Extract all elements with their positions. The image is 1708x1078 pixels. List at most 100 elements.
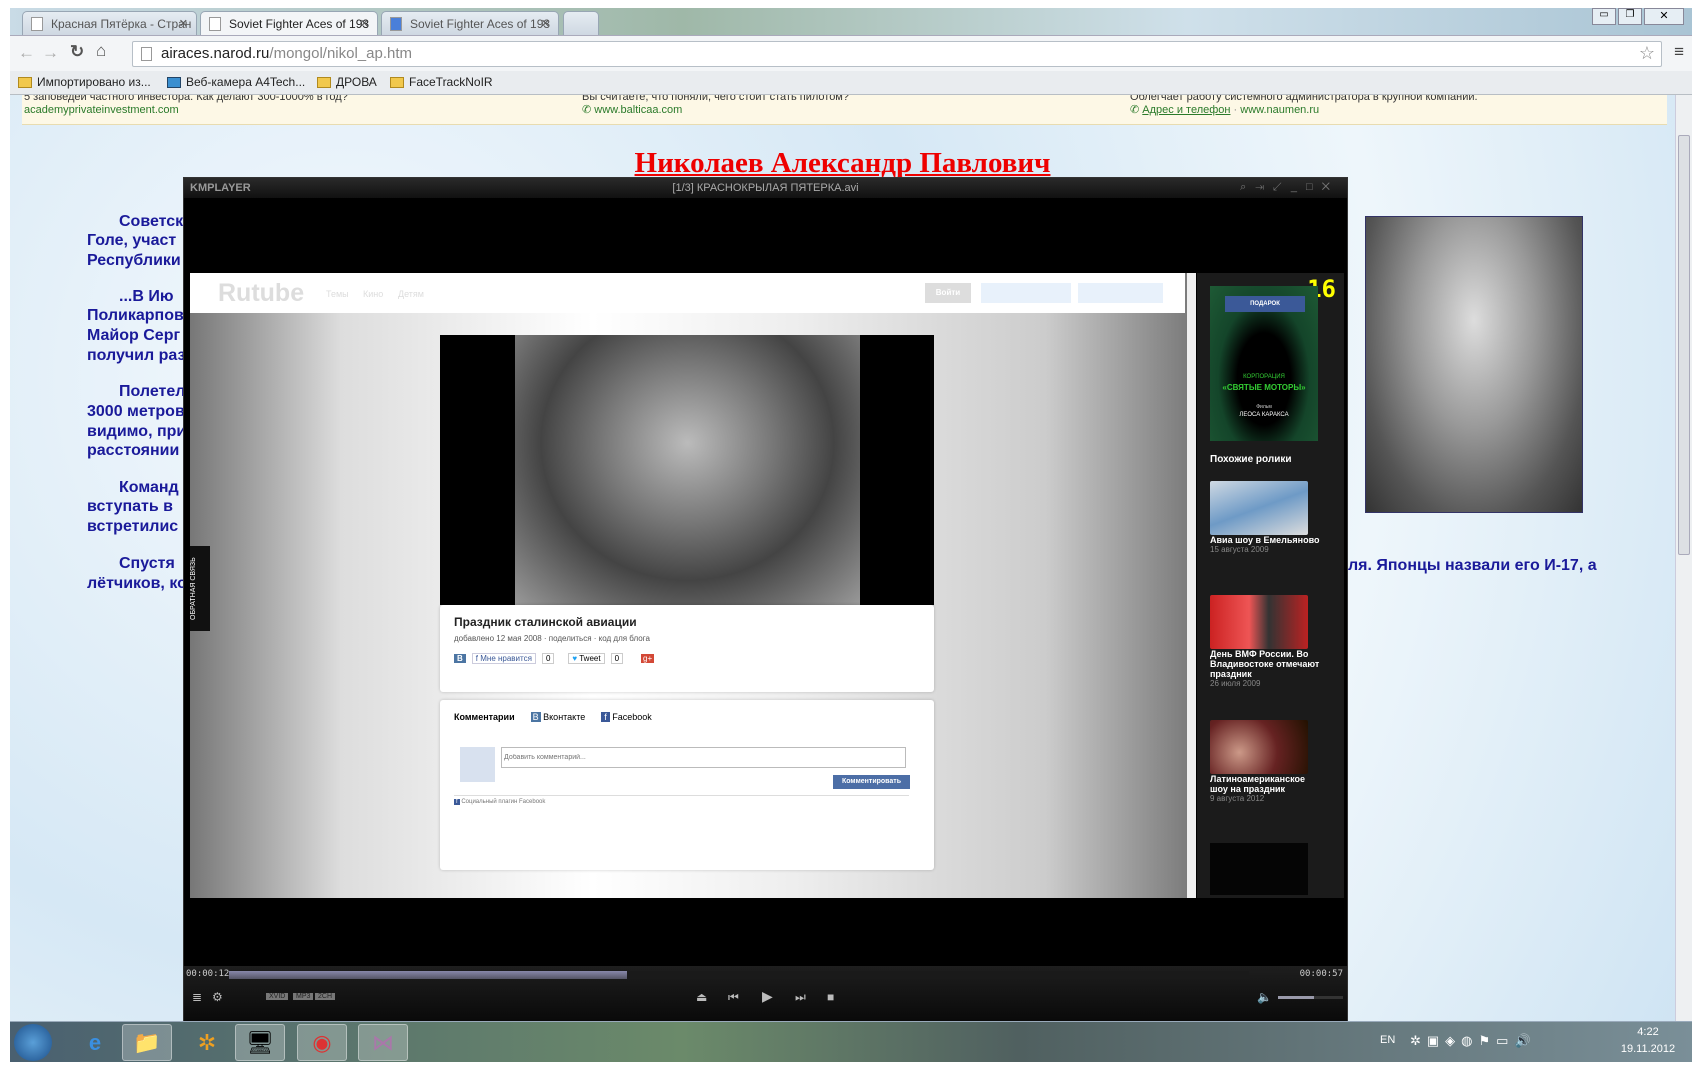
- article-line: Республики: [87, 252, 181, 269]
- home-icon[interactable]: ⌂: [96, 41, 106, 61]
- bookmark-webcam[interactable]: Веб-камера A4Tech...: [167, 75, 305, 89]
- article-text-right: ля. Японцы назвали его И-17, а: [1348, 557, 1597, 574]
- player-controls: 00:00:12 00:00:57 ≣ ⚙ XVID MP3 2CH ⏏ ⏮ ▶…: [184, 966, 1347, 1021]
- window-controls: ▭ ❐ ✕: [1592, 8, 1684, 25]
- article-line: видимо, при: [87, 423, 187, 440]
- folder-icon: [390, 76, 404, 88]
- app-icon[interactable]: ✲: [182, 1024, 232, 1061]
- forward-icon[interactable]: →: [42, 43, 59, 63]
- fb-login-button[interactable]: [1078, 283, 1163, 303]
- article-line: получил раз: [87, 347, 186, 364]
- close-tab-icon[interactable]: ✕: [541, 17, 550, 30]
- vk-share-button[interactable]: В: [454, 654, 466, 663]
- vk-icon: B: [530, 712, 541, 722]
- seek-bar[interactable]: [229, 971, 1249, 979]
- restore-button[interactable]: ❐: [1618, 8, 1642, 25]
- back-icon[interactable]: ←: [18, 43, 35, 63]
- related-video[interactable]: День ВМФ России. Во Владивостоке отмечаю…: [1210, 595, 1320, 688]
- ad-1[interactable]: 5 заповедей частного инвестора. Как дела…: [24, 95, 348, 117]
- start-button[interactable]: [14, 1024, 52, 1061]
- article-line: Майор Серг: [87, 327, 181, 344]
- article-line: Команд: [119, 479, 179, 496]
- phone-icon: ✆: [1130, 104, 1143, 116]
- kmplayer-window: KMPLAYER [1/3] КРАСНОКРЫЛАЯ ПЯТЕРКА.avi …: [183, 177, 1348, 1021]
- rutube-scrollbar[interactable]: [1187, 273, 1196, 898]
- stop-icon[interactable]: ■: [827, 990, 834, 1004]
- page-icon: [141, 47, 152, 61]
- volume-icon[interactable]: 🔈: [1257, 990, 1272, 1004]
- close-window-button[interactable]: ✕: [1644, 8, 1684, 25]
- video-thumbnail: [1210, 595, 1308, 649]
- promo-banner[interactable]: ПОДАРОК КОРПОРАЦИЯ «СВЯТЫЕ МОТОРЫ» Фильм…: [1210, 286, 1318, 441]
- folder-icon: [18, 76, 32, 88]
- bookmark-facetracknoir[interactable]: FaceTrackNoIR: [390, 75, 493, 89]
- address-bar[interactable]: airaces.narod.ru/mongol/nikol_ap.htm ☆: [132, 41, 1662, 67]
- close-tab-icon[interactable]: ✕: [179, 17, 188, 30]
- pilot-portrait-photo: [1365, 216, 1583, 513]
- webcam-icon: [167, 76, 181, 88]
- tweet-button[interactable]: ♥ Tweet: [568, 653, 605, 664]
- related-video[interactable]: Авиа шоу в Емельяново 15 августа 2009: [1210, 481, 1320, 554]
- bookmark-star-icon[interactable]: ☆: [1639, 43, 1655, 64]
- system-tray-icons[interactable]: ✲▣◈◍⚑▭🔊: [1410, 1033, 1537, 1049]
- settings-gear-icon[interactable]: ⚙: [212, 990, 223, 1004]
- video-still-pilot: [515, 335, 860, 605]
- new-tab-button[interactable]: [563, 11, 599, 35]
- ad-3[interactable]: Облегчает работу системного администрато…: [1130, 95, 1478, 117]
- related-video[interactable]: Латиноамериканское шоу на праздник 9 авгу…: [1210, 720, 1320, 803]
- eject-icon[interactable]: ⏏: [696, 990, 707, 1004]
- comment-submit-button[interactable]: Комментировать: [833, 775, 910, 789]
- comment-input[interactable]: [501, 747, 906, 768]
- chrome-icon[interactable]: ◉: [297, 1024, 347, 1061]
- tab-facebook[interactable]: f Facebook: [601, 712, 652, 722]
- video-frame[interactable]: [440, 335, 934, 605]
- file-explorer-icon[interactable]: 📁: [122, 1024, 172, 1061]
- tab-soviet-aces-google[interactable]: Soviet Fighter Aces of 193 ✕: [381, 11, 559, 35]
- minimize-button[interactable]: ▭: [1592, 8, 1616, 25]
- close-tab-icon[interactable]: ✕: [360, 17, 369, 30]
- tab-krasnaya-pyaterka[interactable]: Красная Пятёрка - Стран ✕: [22, 11, 197, 35]
- article-line: 3000 метров: [87, 403, 185, 420]
- related-video-thumbnail[interactable]: [1210, 843, 1308, 895]
- browser-toolbar: ← → ↻ ⌂ airaces.narod.ru/mongol/nikol_ap…: [10, 35, 1692, 71]
- comments-card: Комментарии B Вконтакте f Facebook Комме…: [440, 700, 934, 870]
- page-icon: [209, 17, 221, 31]
- folder-icon: [317, 76, 331, 88]
- scrollbar-thumb[interactable]: [1678, 135, 1690, 555]
- player-window-controls[interactable]: ⌕⇥↙_□✕: [1240, 181, 1339, 194]
- article-line: лётчиков, ко: [87, 575, 187, 592]
- windows-taskbar: e 📁 ✲ 🖥 ◉ ⋈ EN ✲▣◈◍⚑▭🔊 4:22 19.11.2012: [10, 1021, 1692, 1062]
- tab-soviet-aces-active[interactable]: Soviet Fighter Aces of 193 ✕: [200, 11, 378, 35]
- internet-explorer-icon[interactable]: e: [70, 1024, 120, 1061]
- playlist-icon[interactable]: ≣: [192, 990, 202, 1004]
- bookmark-imported[interactable]: Импортировано из...: [18, 75, 151, 89]
- previous-icon[interactable]: ⏮: [728, 990, 739, 1005]
- volume-slider[interactable]: [1278, 996, 1343, 999]
- monitor-app-icon[interactable]: 🖥: [235, 1024, 285, 1061]
- volume-level: [1278, 996, 1314, 999]
- play-icon[interactable]: ▶: [762, 988, 773, 1005]
- article-line: Поликарпов: [87, 307, 184, 324]
- reload-icon[interactable]: ↻: [70, 42, 84, 62]
- feedback-tab[interactable]: ОБРАТНАЯ СВЯЗЬ: [190, 546, 210, 631]
- kmplayer-taskbar-icon[interactable]: ⋈: [358, 1024, 408, 1061]
- phone-icon: ✆: [582, 104, 595, 116]
- article-line: Спустя: [119, 555, 175, 572]
- browser-window: Красная Пятёрка - Стран ✕ Soviet Fighter …: [10, 8, 1692, 1062]
- page-scrollbar[interactable]: [1675, 95, 1692, 1029]
- article-line: Полетел: [119, 383, 186, 400]
- fb-like-button[interactable]: f Мне нравится: [471, 653, 536, 664]
- player-title-bar: KMPLAYER [1/3] КРАСНОКРЫЛАЯ ПЯТЕРКА.avi …: [184, 178, 1347, 198]
- google-icon: [390, 17, 402, 31]
- seek-progress: [229, 971, 627, 979]
- vk-login-button[interactable]: [981, 283, 1071, 303]
- tab-vkontakte[interactable]: B Вконтакте: [530, 712, 585, 722]
- article-line: Советск: [119, 213, 184, 230]
- next-icon[interactable]: ⏭: [795, 990, 806, 1005]
- article-line: Голе, участ: [87, 232, 177, 249]
- bookmark-drova[interactable]: ДРОВА: [317, 75, 377, 89]
- menu-icon[interactable]: ≡: [1674, 42, 1684, 62]
- google-plus-icon[interactable]: g+: [641, 654, 655, 663]
- ad-2[interactable]: Вы считаете, что поняли, чего стоит стат…: [582, 95, 849, 117]
- page-title: Николаев Александр Павлович: [634, 147, 1051, 179]
